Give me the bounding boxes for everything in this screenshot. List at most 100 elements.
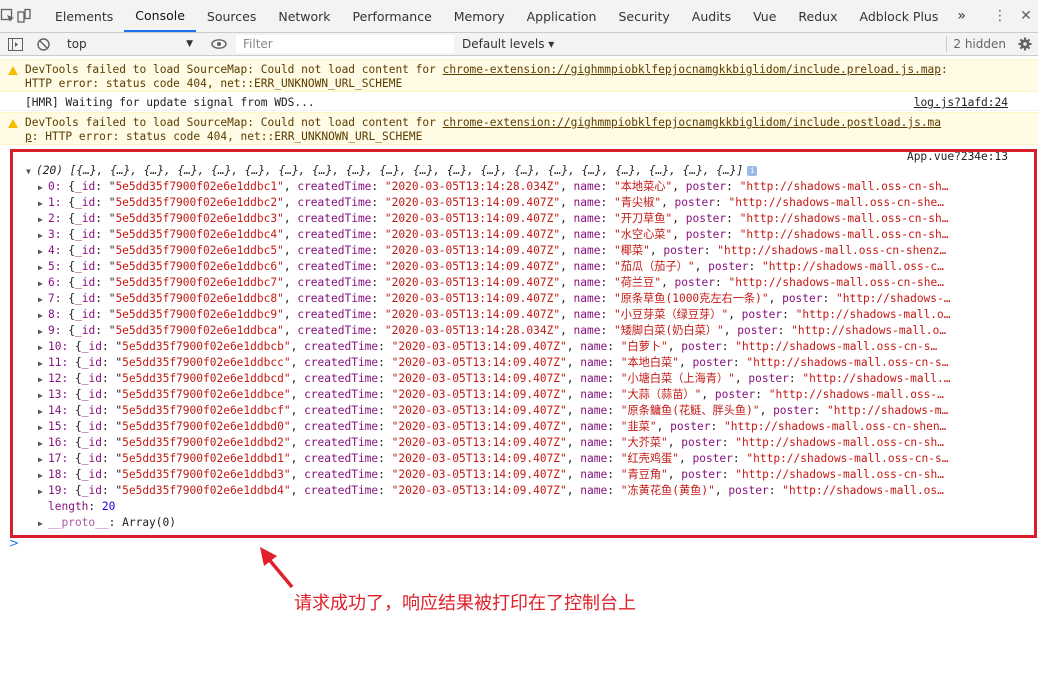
array-item-row[interactable]: ▶ 5: {_id: "5e5dd35f7900f02e6e1ddbc6", cr…	[38, 260, 1038, 276]
tab-console[interactable]: Console	[124, 0, 196, 32]
log-source-link[interactable]: App.vue?234e:13	[907, 150, 1008, 164]
close-icon[interactable]: ✕	[1013, 8, 1038, 24]
item-index: 19	[48, 484, 62, 497]
item-poster: http://shadows-mall.oss-cn-s…	[741, 340, 938, 353]
settings-gear-icon[interactable]	[1012, 37, 1038, 51]
array-item-row[interactable]: ▶ 19: {_id: "5e5dd35f7900f02e6e1ddbd4", c…	[38, 484, 1038, 500]
item-name: 椰菜	[620, 244, 644, 257]
array-item-row[interactable]: ▶ 8: {_id: "5e5dd35f7900f02e6e1ddbc9", cr…	[38, 308, 1038, 324]
inspect-element-icon[interactable]	[0, 0, 16, 32]
log-source-link[interactable]: log.js?1afd:24	[914, 96, 1008, 110]
array-item-row[interactable]: ▶ 13: {_id: "5e5dd35f7900f02e6e1ddbce", c…	[38, 388, 1038, 404]
context-selector[interactable]: top ▼	[61, 35, 201, 54]
item-id: 5e5dd35f7900f02e6e1ddbc1	[115, 180, 278, 193]
log-levels-dropdown[interactable]: Default levels ▾	[462, 37, 554, 51]
array-item-row[interactable]: ▶ 11: {_id: "5e5dd35f7900f02e6e1ddbcc", c…	[38, 356, 1038, 372]
array-summary[interactable]: ▼ (20) [{…}, {…}, {…}, {…}, {…}, {…}, {…}…	[26, 164, 1038, 180]
item-id: 5e5dd35f7900f02e6e1ddbc9	[115, 308, 278, 321]
item-name: 茄瓜（茄子）	[620, 260, 688, 273]
item-name: 本地白菜	[627, 356, 673, 369]
annotation-arrow-icon	[260, 547, 294, 589]
array-item-row[interactable]: ▶ 9: {_id: "5e5dd35f7900f02e6e1ddbca", cr…	[38, 324, 1038, 340]
array-item-row[interactable]: ▶ 12: {_id: "5e5dd35f7900f02e6e1ddbcd", c…	[38, 372, 1038, 388]
tab-sources[interactable]: Sources	[196, 0, 267, 32]
item-index: 0	[48, 180, 55, 193]
expand-triangle-icon: ▶	[38, 455, 43, 464]
sourcemap-link[interactable]: chrome-extension://gighmmpiobklfepjocnam…	[443, 116, 941, 129]
item-id: 5e5dd35f7900f02e6e1ddbcc	[122, 356, 284, 369]
expand-triangle-icon: ▶	[38, 295, 43, 304]
warning-message: DevTools failed to load SourceMap: Could…	[0, 59, 1038, 92]
item-name: 大蒜（蒜苗）	[627, 388, 695, 401]
item-poster: http://shadows-mall.oss-cn-she…	[735, 196, 945, 209]
array-item-row[interactable]: ▶ 7: {_id: "5e5dd35f7900f02e6e1ddbc8", cr…	[38, 292, 1038, 308]
item-created-time: 2020-03-05T13:14:09.407Z	[398, 372, 561, 385]
tab-application[interactable]: Application	[516, 0, 608, 32]
array-item-row[interactable]: ▶ 14: {_id: "5e5dd35f7900f02e6e1ddbcf", c…	[38, 404, 1038, 420]
expand-triangle-icon: ▶	[38, 311, 43, 320]
console-prompt[interactable]: >	[9, 536, 19, 550]
item-poster: http://shadows-mall.os…	[788, 484, 944, 497]
filter-input[interactable]: Filter	[236, 35, 454, 53]
clear-console-icon[interactable]	[30, 37, 56, 51]
sourcemap-link[interactable]: chrome-extension://gighmmpiobklfepjocnam…	[443, 63, 941, 76]
item-name: 青豆角	[627, 468, 662, 481]
array-item-row[interactable]: ▶ 15: {_id: "5e5dd35f7900f02e6e1ddbd0", c…	[38, 420, 1038, 436]
item-name: 小豆芽菜（绿豆芽）	[620, 308, 722, 321]
item-id: 5e5dd35f7900f02e6e1ddbc8	[115, 292, 278, 305]
sidebar-toggle-icon[interactable]	[0, 37, 30, 51]
item-created-time: 2020-03-05T13:14:09.407Z	[398, 388, 561, 401]
item-id: 5e5dd35f7900f02e6e1ddbd4	[122, 484, 284, 497]
expand-triangle-icon: ▶	[38, 375, 43, 384]
array-item-row[interactable]: ▶ 0: {_id: "5e5dd35f7900f02e6e1ddbc1", cr…	[38, 180, 1038, 196]
expand-triangle-icon: ▶	[38, 487, 43, 496]
item-created-time: 2020-03-05T13:14:09.407Z	[391, 196, 554, 209]
array-item-row[interactable]: ▶ 2: {_id: "5e5dd35f7900f02e6e1ddbc3", cr…	[38, 212, 1038, 228]
item-id: 5e5dd35f7900f02e6e1ddbd1	[122, 452, 284, 465]
eye-icon[interactable]	[206, 39, 232, 49]
item-id: 5e5dd35f7900f02e6e1ddbc4	[115, 228, 278, 241]
item-index: 3	[48, 228, 55, 241]
expand-triangle-icon: ▶	[38, 439, 43, 448]
tab-performance[interactable]: Performance	[342, 0, 443, 32]
warning-text: DevTools failed to load SourceMap: Could…	[25, 63, 443, 76]
tab-memory[interactable]: Memory	[443, 0, 516, 32]
expand-triangle-icon: ▶	[38, 327, 43, 336]
item-index: 14	[48, 404, 62, 417]
tab-redux[interactable]: Redux	[787, 0, 848, 32]
item-created-time: 2020-03-05T13:14:09.407Z	[391, 228, 554, 241]
expand-triangle-icon: ▶	[38, 359, 43, 368]
array-item-row[interactable]: ▶ 3: {_id: "5e5dd35f7900f02e6e1ddbc4", cr…	[38, 228, 1038, 244]
expand-triangle-icon: ▶	[38, 391, 43, 400]
proto-row[interactable]: ▶ __proto__: Array(0)	[38, 516, 1038, 532]
expand-triangle-icon: ▶	[38, 423, 43, 432]
array-item-row[interactable]: ▶ 1: {_id: "5e5dd35f7900f02e6e1ddbc2", cr…	[38, 196, 1038, 212]
item-created-time: 2020-03-05T13:14:09.407Z	[391, 308, 554, 321]
expand-triangle-icon: ▶	[38, 407, 43, 416]
array-item-row[interactable]: ▶ 17: {_id: "5e5dd35f7900f02e6e1ddbd1", c…	[38, 452, 1038, 468]
array-item-row[interactable]: ▶ 18: {_id: "5e5dd35f7900f02e6e1ddbd3", c…	[38, 468, 1038, 484]
item-name: 原条鳙鱼(花鲢、胖头鱼)	[627, 404, 753, 417]
expand-triangle-icon: ▶	[38, 343, 43, 352]
array-item-row[interactable]: ▶ 16: {_id: "5e5dd35f7900f02e6e1ddbd2", c…	[38, 436, 1038, 452]
tab-vue[interactable]: Vue	[742, 0, 787, 32]
length-row: length: 20	[48, 500, 116, 513]
item-id: 5e5dd35f7900f02e6e1ddbc7	[115, 276, 278, 289]
item-created-time: 2020-03-05T13:14:09.407Z	[391, 276, 554, 289]
device-toolbar-icon[interactable]	[16, 0, 32, 32]
array-item-row[interactable]: ▶ 10: {_id: "5e5dd35f7900f02e6e1ddbcb", c…	[38, 340, 1038, 356]
item-poster: http://shadows-mall.oss-cn-s…	[753, 356, 949, 369]
kebab-menu-icon[interactable]: ⋮	[987, 8, 1013, 24]
warning-message: DevTools failed to load SourceMap: Could…	[0, 112, 1038, 145]
info-icon: i	[747, 166, 758, 176]
tab-adblock-plus[interactable]: Adblock Plus	[849, 0, 950, 32]
tab-elements[interactable]: Elements	[44, 0, 124, 32]
tab-audits[interactable]: Audits	[681, 0, 742, 32]
array-item-row[interactable]: ▶ 4: {_id: "5e5dd35f7900f02e6e1ddbc5", cr…	[38, 244, 1038, 260]
item-name: 荷兰豆	[620, 276, 655, 289]
tab-network[interactable]: Network	[267, 0, 341, 32]
sourcemap-link[interactable]: p	[25, 130, 32, 143]
more-tabs-icon[interactable]: »	[949, 0, 974, 32]
tab-security[interactable]: Security	[607, 0, 680, 32]
array-item-row[interactable]: ▶ 6: {_id: "5e5dd35f7900f02e6e1ddbc7", cr…	[38, 276, 1038, 292]
